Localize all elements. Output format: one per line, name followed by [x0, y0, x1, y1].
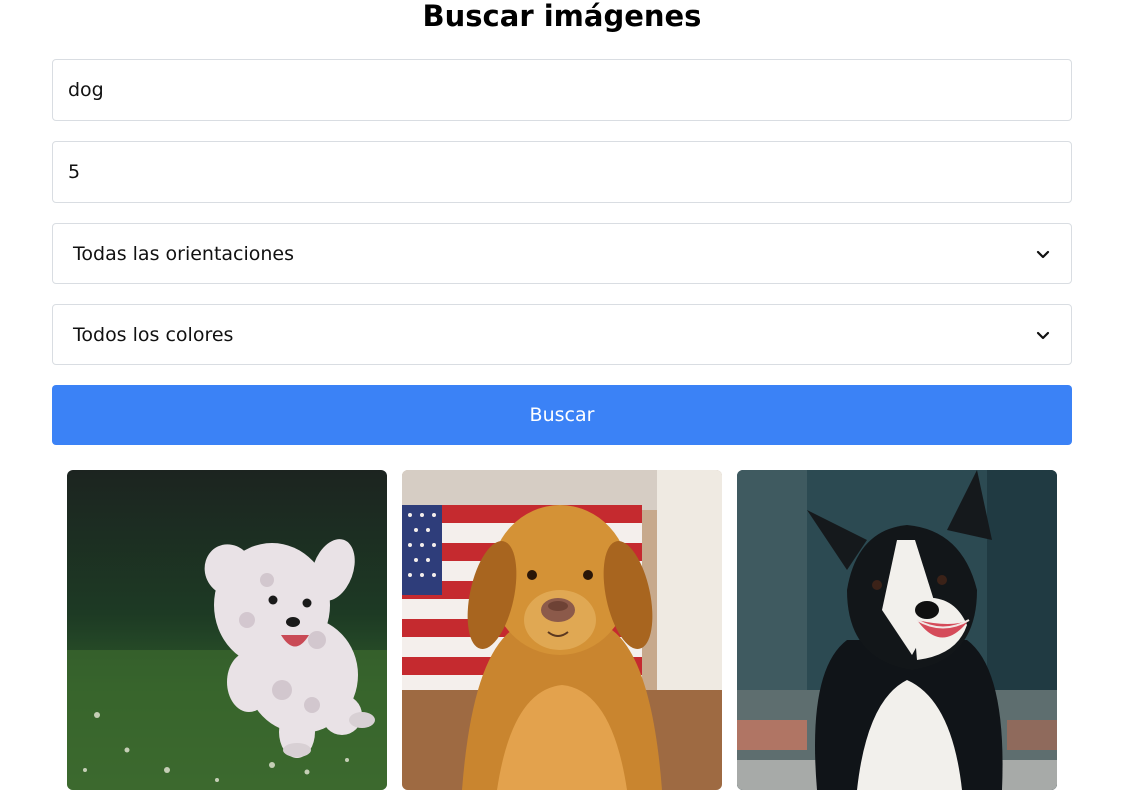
search-button[interactable]: Buscar — [52, 385, 1072, 445]
color-selected-label: Todos los colores — [73, 323, 234, 346]
chevron-down-icon — [1036, 250, 1050, 258]
dog-photo-golden — [402, 470, 722, 790]
orientation-select[interactable]: Todas las orientaciones — [52, 223, 1072, 284]
page-title: Buscar imágenes — [422, 0, 702, 33]
result-image-2[interactable] — [402, 470, 722, 790]
result-image-3[interactable] — [737, 470, 1057, 790]
query-input[interactable] — [52, 59, 1072, 121]
result-image-1[interactable] — [67, 470, 387, 790]
color-select[interactable]: Todos los colores — [52, 304, 1072, 365]
dog-photo-collie — [737, 470, 1057, 790]
chevron-down-icon — [1036, 331, 1050, 339]
dog-photo-running — [67, 470, 387, 790]
image-search-page: Buscar imágenes Todas las orientaciones … — [0, 0, 1136, 796]
count-input[interactable] — [52, 141, 1072, 203]
orientation-selected-label: Todas las orientaciones — [73, 242, 295, 265]
